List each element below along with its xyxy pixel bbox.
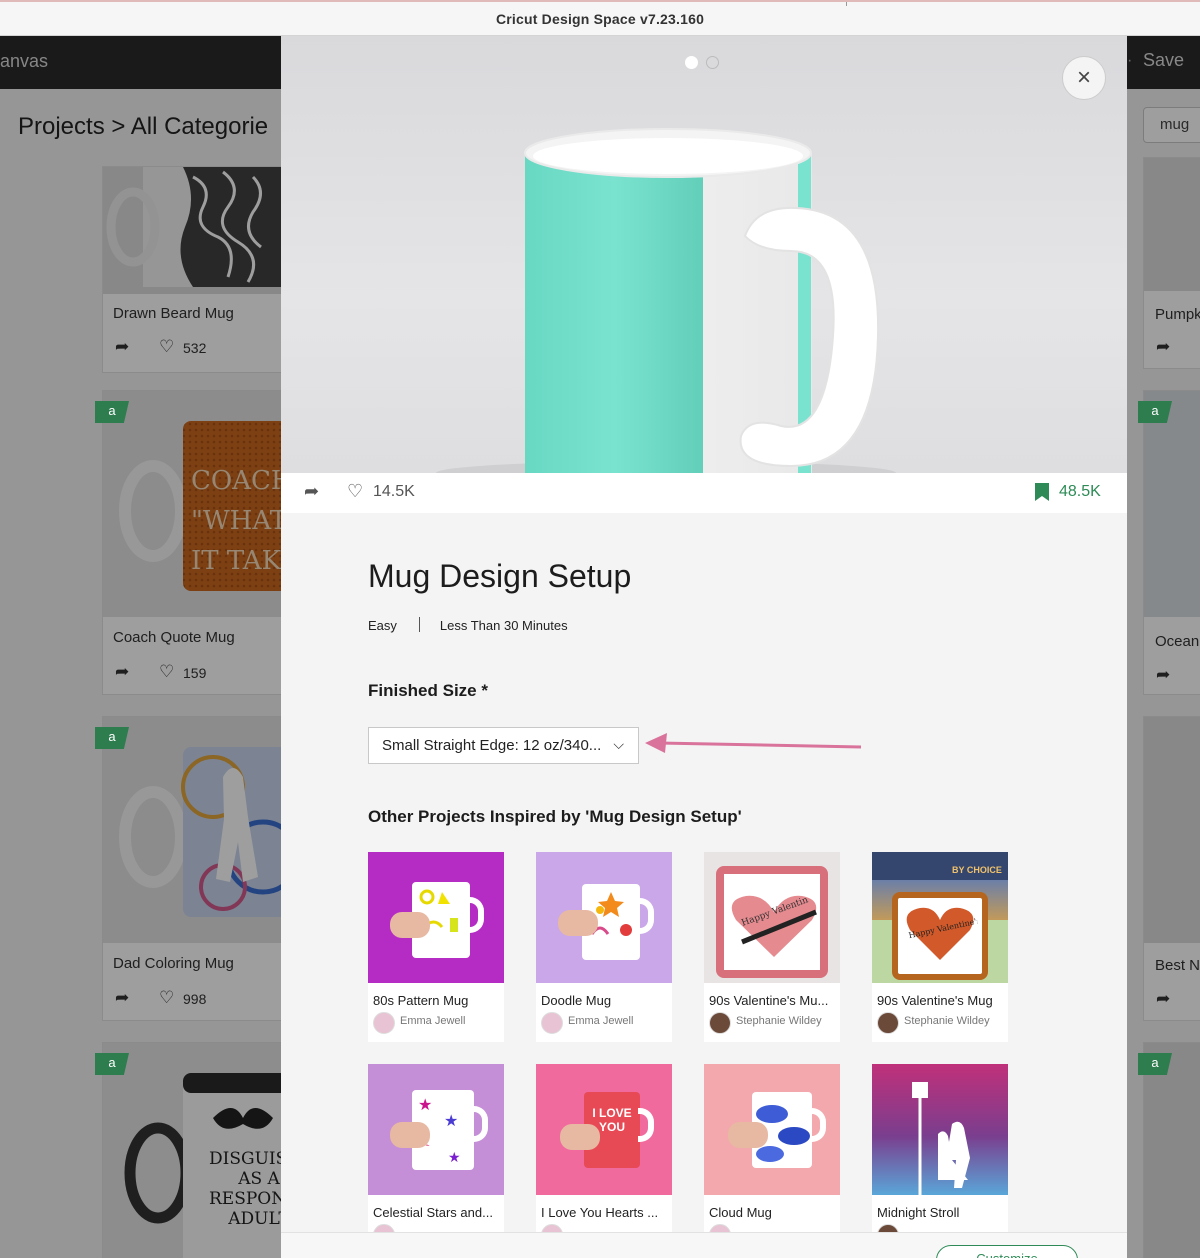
carousel-dots xyxy=(685,56,727,74)
project-tile[interactable]: Cloud Mug xyxy=(704,1064,840,1254)
tile-author: Emma Jewell xyxy=(400,1015,466,1027)
project-tile[interactable]: BY CHOICE Happy Valentine's Day 90s Vale… xyxy=(872,852,1008,1042)
mug-handle xyxy=(472,1106,488,1142)
project-title: Mug Design Setup xyxy=(368,558,632,594)
tile-author: Stephanie Wildey xyxy=(736,1015,822,1027)
tile-title: 90s Valentine's Mu... xyxy=(709,993,829,1008)
difficulty-label: Easy xyxy=(368,618,397,633)
project-tile[interactable]: Doodle Mug Emma Jewell xyxy=(536,852,672,1042)
avatar xyxy=(541,1012,563,1034)
svg-text:★: ★ xyxy=(418,1095,432,1114)
finished-size-label: Finished Size * xyxy=(368,681,488,700)
pointer-arrow-annotation xyxy=(645,733,862,753)
access-badge: a xyxy=(95,401,129,423)
access-badge: a xyxy=(1138,1053,1172,1075)
tile-author: Stephanie Wildey xyxy=(904,1015,990,1027)
mug-handle xyxy=(638,1108,654,1142)
hand-shape xyxy=(728,1122,768,1148)
hero-image: × xyxy=(281,36,1127,473)
save-count: 48.5K xyxy=(1059,483,1101,500)
chevron-down-icon: ⌵ xyxy=(613,736,624,752)
tile-author: Emma Jewell xyxy=(568,1015,634,1027)
tile-title: Doodle Mug xyxy=(541,993,612,1008)
project-tile[interactable]: Happy Valentine's Day 90s Valentine's Mu… xyxy=(704,852,840,1042)
close-icon[interactable]: × xyxy=(1062,56,1106,100)
window-title: Cricut Design Space v7.23.160 xyxy=(495,11,705,27)
window-titlebar: Cricut Design Space v7.23.160 xyxy=(0,0,1200,36)
project-tile[interactable]: ★★☾★ Celestial Stars and... xyxy=(368,1064,504,1254)
access-badge: a xyxy=(1138,401,1172,423)
tile-title: Celestial Stars and... xyxy=(373,1205,493,1220)
tile-title: Cloud Mug xyxy=(709,1205,772,1220)
project-meta: Easy Less Than 30 Minutes xyxy=(368,617,568,633)
hand-shape xyxy=(390,1122,430,1148)
like-count: 14.5K xyxy=(373,483,415,500)
related-projects-heading: Other Projects Inspired by 'Mug Design S… xyxy=(368,807,742,826)
meta-divider xyxy=(418,617,420,632)
tile-title: I Love You Hearts ... xyxy=(541,1205,659,1220)
avatar xyxy=(877,1012,899,1034)
project-thumbnail xyxy=(368,852,504,983)
project-detail-modal: × ➦ ♡ 14.5K 48.5K Mug Design Setup Easy L… xyxy=(281,36,1127,1258)
hand-shape xyxy=(558,910,598,936)
project-thumbnail: BY CHOICE Happy Valentine's Day xyxy=(872,852,1008,983)
project-tile[interactable]: I LOVE YOU I Love You Hearts ... xyxy=(536,1064,672,1254)
mug-handle xyxy=(468,897,484,933)
finished-size-select[interactable]: Small Straight Edge: 12 oz/340... ⌵ xyxy=(368,727,639,764)
bookmark-icon[interactable] xyxy=(1035,483,1049,501)
titlebar-marker xyxy=(846,2,847,6)
book-stack: BY CHOICE xyxy=(872,852,1008,880)
project-thumbnail xyxy=(536,852,672,983)
book-title-text: BY CHOICE xyxy=(952,865,1002,875)
duration-label: Less Than 30 Minutes xyxy=(439,618,568,633)
hand-shape xyxy=(390,912,430,938)
project-thumbnail xyxy=(704,1064,840,1195)
tile-title: 80s Pattern Mug xyxy=(373,993,469,1008)
teal-mug-image xyxy=(436,128,896,473)
svg-text:★: ★ xyxy=(444,1111,458,1130)
share-icon[interactable]: ➦ xyxy=(304,481,319,502)
heart-icon[interactable]: ♡ xyxy=(347,481,363,502)
midnight-scene xyxy=(912,1082,970,1195)
stats-bar: ➦ ♡ 14.5K 48.5K xyxy=(281,473,1127,513)
mug-handle xyxy=(638,898,654,934)
avatar xyxy=(373,1012,395,1034)
project-thumbnail: Happy Valentine's Day xyxy=(704,852,840,983)
carousel-dot[interactable] xyxy=(706,56,719,69)
avatar xyxy=(709,1012,731,1034)
mug-handle xyxy=(810,1108,826,1142)
carousel-dot[interactable] xyxy=(685,56,698,69)
hand-shape xyxy=(560,1124,600,1150)
project-thumbnail: ★★☾★ xyxy=(368,1064,504,1195)
project-thumbnail: I LOVE YOU xyxy=(536,1064,672,1195)
tile-title: 90s Valentine's Mug xyxy=(877,993,993,1008)
finished-size-value: Small Straight Edge: 12 oz/340... xyxy=(382,737,602,754)
project-tile[interactable]: Midnight Stroll xyxy=(872,1064,1008,1254)
project-tile[interactable]: 80s Pattern Mug Emma Jewell xyxy=(368,852,504,1042)
access-badge: a xyxy=(95,1053,129,1075)
access-badge: a xyxy=(95,727,129,749)
svg-text:★: ★ xyxy=(448,1150,461,1166)
project-thumbnail xyxy=(872,1064,1008,1195)
tile-title: Midnight Stroll xyxy=(877,1205,960,1220)
customize-button[interactable]: Customize xyxy=(936,1245,1078,1258)
